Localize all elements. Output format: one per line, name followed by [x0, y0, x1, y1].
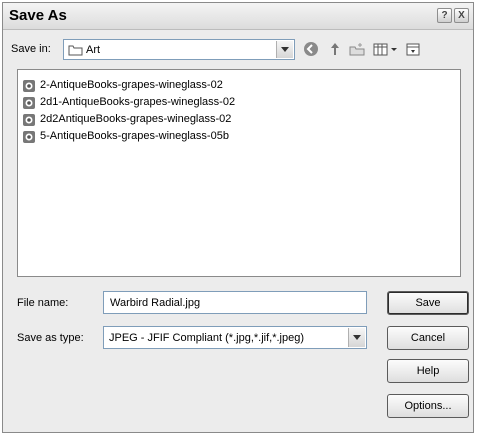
back-icon[interactable]: [303, 41, 319, 57]
cancel-button[interactable]: Cancel: [387, 326, 469, 350]
save-as-type-dropdown-arrow[interactable]: [348, 328, 365, 347]
tools-icon[interactable]: [405, 41, 421, 57]
save-as-type-value: JPEG - JFIF Compliant (*.jpg,*.jif,*.jpe…: [109, 332, 305, 344]
file-name: 5-AntiqueBooks-grapes-wineglass-05b: [40, 130, 229, 142]
image-file-icon: [23, 131, 35, 143]
file-name-label: File name:: [17, 297, 69, 309]
save-in-label: Save in:: [11, 43, 51, 55]
image-file-icon: [23, 114, 35, 126]
file-name-input[interactable]: Warbird Radial.jpg: [103, 291, 367, 314]
save-in-value: Art: [86, 44, 101, 56]
chevron-down-icon: [281, 47, 289, 52]
file-name: 2d2AntiqueBooks-grapes-wineglass-02: [40, 113, 232, 125]
image-file-icon: [23, 80, 35, 92]
options-button[interactable]: Options...: [387, 394, 469, 418]
view-menu-icon[interactable]: [373, 41, 401, 57]
save-button[interactable]: Save: [387, 291, 469, 315]
save-as-dialog: Save As ? X Save in: Art 2-AntiqueBooks-…: [2, 2, 474, 433]
file-name: 2d1-AntiqueBooks-grapes-wineglass-02: [40, 96, 236, 108]
up-folder-icon[interactable]: [327, 41, 343, 57]
save-as-type-combo[interactable]: JPEG - JFIF Compliant (*.jpg,*.jif,*.jpe…: [103, 326, 367, 349]
save-in-dropdown-arrow[interactable]: [276, 41, 293, 58]
file-name-value: Warbird Radial.jpg: [110, 297, 201, 309]
new-folder-icon[interactable]: [349, 41, 365, 57]
title-bar[interactable]: Save As ? X: [3, 3, 473, 30]
file-list[interactable]: 2-AntiqueBooks-grapes-wineglass-02 2d1-A…: [17, 69, 461, 277]
close-title-button[interactable]: X: [454, 8, 469, 23]
help-button[interactable]: Help: [387, 359, 469, 383]
file-name: 2-AntiqueBooks-grapes-wineglass-02: [40, 79, 223, 91]
save-as-type-label: Save as type:: [17, 332, 84, 344]
help-title-button[interactable]: ?: [437, 8, 452, 23]
image-file-icon: [23, 97, 35, 109]
chevron-down-icon: [353, 335, 361, 340]
folder-icon: [68, 45, 83, 56]
save-in-combo[interactable]: Art: [63, 39, 295, 60]
dialog-title: Save As: [9, 7, 67, 24]
